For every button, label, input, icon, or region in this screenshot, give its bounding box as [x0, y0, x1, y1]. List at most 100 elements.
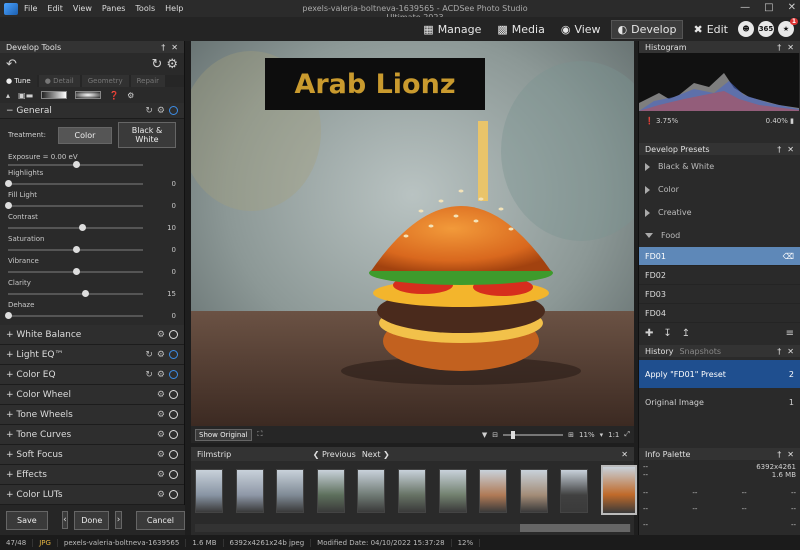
menu-tools[interactable]: Tools — [135, 4, 155, 13]
preset-category[interactable]: Color — [639, 178, 800, 201]
gear-icon[interactable]: ⚙ — [157, 490, 165, 500]
section-color-luts[interactable]: + Color LUTs ⚙ — [0, 485, 184, 505]
brush-tool-icon[interactable]: ▣▬ — [18, 91, 33, 100]
toggle-icon[interactable] — [169, 105, 178, 115]
slider-track[interactable] — [8, 290, 143, 297]
clip-icon[interactable]: ▮ — [790, 117, 794, 125]
gear-icon[interactable]: ⚙ — [157, 470, 165, 480]
acdsee-365-button[interactable]: 365 — [758, 21, 774, 37]
slider-knob[interactable] — [81, 290, 89, 297]
menu-help[interactable]: Help — [165, 4, 183, 13]
slider-7[interactable]: Dehaze 0 — [0, 299, 184, 321]
slider-0[interactable]: Exposure = 0.00 eV — [0, 151, 184, 168]
pin-tool-icon[interactable]: ▴ — [6, 91, 10, 100]
toggle-icon[interactable] — [169, 389, 178, 399]
gear-icon[interactable]: ⚙ — [157, 370, 165, 380]
undo-icon[interactable]: ↶ — [6, 57, 17, 72]
zoom-slider-knob[interactable] — [511, 430, 516, 439]
filmstrip-scrollbar[interactable] — [195, 524, 631, 532]
filmstrip-thumbnail[interactable] — [195, 469, 223, 513]
slider-knob[interactable] — [5, 180, 12, 187]
gear-icon[interactable]: ⚙ — [157, 390, 165, 400]
mode-media[interactable]: ▩ Media — [491, 21, 550, 38]
filmstrip-thumbnail[interactable] — [316, 469, 345, 513]
filmstrip-thumbnail[interactable] — [235, 469, 264, 513]
gear-icon[interactable]: ⚙ — [157, 430, 165, 440]
pin-icon[interactable]: † — [161, 43, 165, 52]
slider-track[interactable] — [8, 161, 143, 168]
history-item-apply[interactable]: Apply "FD01" Preset 2 — [639, 360, 800, 388]
menu-edit[interactable]: Edit — [47, 4, 63, 13]
actual-size-button[interactable]: 1:1 — [608, 431, 619, 439]
info-close-icon[interactable]: ✕ — [787, 450, 794, 459]
preset-category[interactable]: Food — [639, 224, 800, 247]
notifications-icon[interactable]: ★ 1 — [778, 18, 798, 37]
face-icon[interactable]: ☻ — [738, 21, 754, 37]
filmstrip-thumbnail[interactable] — [276, 469, 305, 513]
reset-icon[interactable]: ↻ — [145, 370, 153, 380]
slider-track[interactable] — [5, 202, 143, 209]
close-icon[interactable]: ✕ — [788, 2, 796, 13]
filmstrip-close-icon[interactable]: ✕ — [621, 450, 628, 459]
toggle-icon[interactable] — [169, 409, 178, 419]
reset-icon[interactable]: ↻ — [145, 350, 153, 360]
preset-options-icon[interactable]: ≡ — [786, 328, 794, 339]
slider-5[interactable]: Vibrance 0 — [0, 255, 184, 277]
slider-knob[interactable] — [79, 224, 87, 231]
section-color-eq[interactable]: + Color EQ ↻ ⚙ — [0, 365, 184, 385]
tab-repair[interactable]: Repair — [130, 75, 166, 87]
slider-track[interactable] — [5, 312, 143, 319]
gear-icon[interactable]: ⚙ — [157, 330, 165, 340]
filmstrip-thumbnail[interactable] — [357, 469, 386, 513]
next-button[interactable]: Next ❯ — [362, 450, 390, 459]
slider-track[interactable] — [8, 268, 143, 275]
radial-gradient-icon[interactable] — [75, 91, 102, 99]
mode-develop[interactable]: ◐ Develop — [610, 19, 684, 39]
toggle-icon[interactable] — [169, 369, 178, 379]
slider-track[interactable] — [5, 180, 143, 187]
mode-edit[interactable]: ✖ Edit — [687, 21, 734, 38]
toggle-icon[interactable] — [169, 329, 178, 339]
fit-icon[interactable]: ⤢ — [624, 430, 630, 439]
fullscreen-icon[interactable]: ⛶ — [258, 430, 263, 439]
toggle-icon[interactable] — [169, 489, 178, 499]
filmstrip-thumbnail[interactable] — [479, 469, 508, 513]
menu-panes[interactable]: Panes — [102, 4, 126, 13]
menu-file[interactable]: File — [24, 4, 37, 13]
history-close-icon[interactable]: ✕ — [787, 347, 794, 356]
preset-category[interactable]: Creative — [639, 201, 800, 224]
preset-item[interactable]: FD01 ⌫ — [639, 247, 800, 266]
panel-close-icon[interactable]: ✕ — [171, 43, 178, 52]
preset-item[interactable]: FD03 — [639, 285, 800, 304]
color-treatment-button[interactable]: Color — [57, 126, 112, 144]
tab-detail[interactable]: ● Detail — [38, 75, 80, 87]
section-effects[interactable]: + Effects ⚙ — [0, 465, 184, 485]
zoom-dropdown-icon[interactable]: ▼ — [482, 431, 487, 439]
done-button[interactable]: Done — [74, 510, 110, 530]
toggle-icon[interactable] — [169, 429, 178, 439]
settings-gear-icon[interactable]: ⚙ — [166, 57, 178, 72]
filmstrip-thumbnail[interactable] — [601, 465, 637, 515]
slider-4[interactable]: Saturation 0 — [0, 233, 184, 255]
slider-knob[interactable] — [5, 202, 12, 209]
mode-manage[interactable]: ▦ Manage — [417, 21, 487, 38]
gear-icon[interactable]: ⚙ — [157, 450, 165, 460]
slider-2[interactable]: Fill Light 0 — [0, 189, 184, 211]
toggle-icon[interactable] — [169, 449, 178, 459]
section-color-wheel[interactable]: + Color Wheel ⚙ — [0, 385, 184, 405]
show-original-button[interactable]: Show Original — [195, 428, 252, 441]
preset-item[interactable]: FD04 — [639, 304, 800, 323]
next-image-button[interactable]: › — [115, 511, 122, 529]
section-white-balance[interactable]: + White Balance ⚙ — [0, 325, 184, 345]
import-preset-icon[interactable]: ↧ — [663, 328, 671, 339]
maximize-icon[interactable]: □ — [764, 2, 773, 13]
tab-tune[interactable]: ● Tune — [0, 75, 37, 87]
section-tone-curves[interactable]: + Tone Curves ⚙ — [0, 425, 184, 445]
tab-snapshots[interactable]: Snapshots — [679, 347, 721, 356]
zoom-slider[interactable] — [503, 430, 564, 439]
filmstrip-thumbnail[interactable] — [398, 469, 426, 513]
previous-button[interactable]: ❮ Previous — [313, 450, 356, 459]
gear-icon[interactable]: ⚙ — [157, 106, 165, 116]
gear-icon[interactable]: ⚙ — [157, 350, 165, 360]
slider-track[interactable] — [8, 224, 143, 231]
